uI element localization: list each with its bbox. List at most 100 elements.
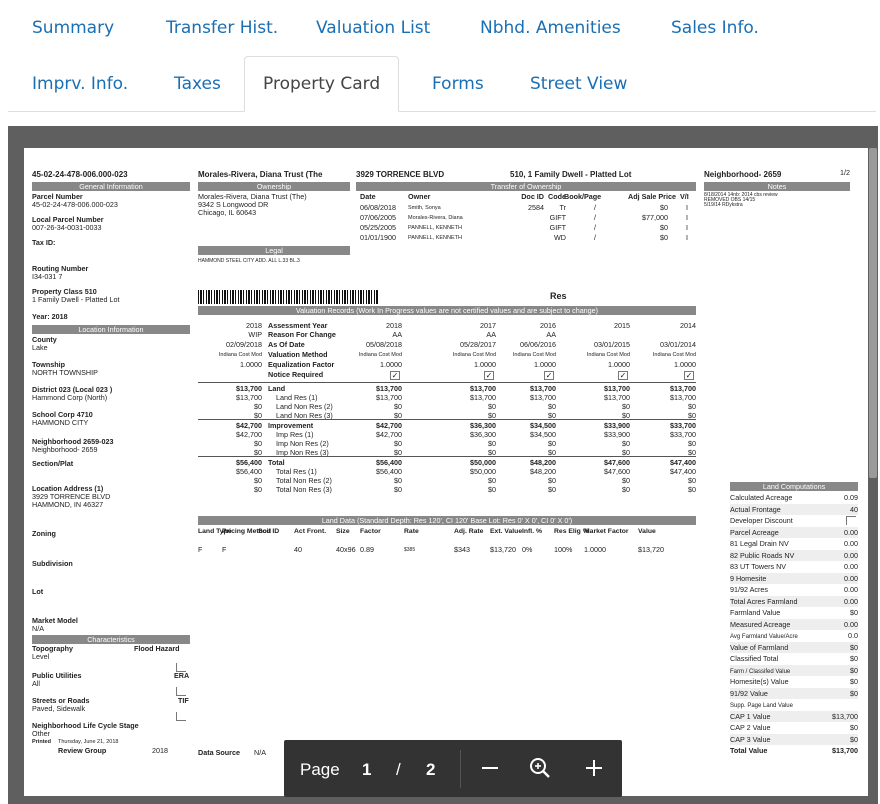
- ownership-line: Chicago, IL 60643: [198, 208, 257, 217]
- land-cell: $13,720: [638, 545, 664, 554]
- land-comp-label: 82 Public Roads NV: [730, 550, 795, 560]
- field-value: 007-26-34-0031-0033: [32, 223, 102, 232]
- valuation-lead: $13,700: [236, 393, 262, 402]
- land-comp-value: 0.00: [844, 619, 858, 629]
- valuation-cell: $0: [688, 476, 696, 485]
- valuation-label: Total Non Res (2): [276, 476, 332, 485]
- zoom-out-button[interactable]: [472, 750, 508, 786]
- tab-property-card[interactable]: Property Card: [244, 56, 400, 112]
- valuation-cell: $0: [488, 485, 496, 494]
- field-label: Section/Plat: [32, 459, 74, 468]
- valuation-cell: $0: [488, 402, 496, 411]
- zoom-fit-button[interactable]: [522, 750, 558, 786]
- valuation-cell: $13,700: [670, 393, 696, 402]
- valuation-cell: 03/01/2015: [594, 340, 630, 349]
- notice-required-checkbox: ✓: [484, 371, 494, 380]
- land-comp-row: CAP 3 Value $0: [730, 733, 858, 745]
- land-comp-row: Supp. Page Land Value: [730, 699, 858, 710]
- land-comp-label: Parcel Acreage: [730, 527, 779, 537]
- valuation-cell: $0: [548, 439, 556, 448]
- notice-required-checkbox: ✓: [544, 371, 554, 380]
- valuation-label: Land Non Res (2): [276, 402, 333, 411]
- field-value: Paved, Sidewalk: [32, 704, 86, 713]
- valuation-label: Total Res (1): [276, 467, 317, 476]
- valuation-cell: $33,900: [604, 421, 630, 430]
- land-data-title: Land Data (Standard Depth: Res 120', CI …: [198, 516, 696, 525]
- valuation-label: Total Non Res (3): [276, 485, 332, 494]
- land-comp-value: $0: [850, 608, 858, 617]
- valuation-cell: $33,900: [604, 430, 630, 439]
- class-header: 510, 1 Family Dwell - Platted Lot: [510, 170, 632, 179]
- valuation-cell: 2017: [480, 321, 496, 330]
- land-comp-value: 0.00: [844, 585, 858, 594]
- land-comp-value: 0.00: [844, 596, 858, 606]
- valuation-label: Equalization Factor: [268, 360, 335, 369]
- tab-valuation-list[interactable]: Valuation List: [316, 3, 430, 53]
- valuation-cell: $0: [622, 439, 630, 448]
- viewer-scrollbar[interactable]: [868, 126, 878, 804]
- land-comp-label: Classified Total: [730, 654, 779, 663]
- tab-bar: Summary Transfer Hist. Valuation List Nb…: [8, 0, 876, 112]
- valuation-cell: $13,700: [470, 393, 496, 402]
- land-comp-value: 0.00: [844, 550, 858, 560]
- valuation-lead: $0: [254, 485, 262, 494]
- land-cell: $385: [404, 547, 416, 553]
- valuation-cell: $42,700: [376, 430, 402, 439]
- land-comp-row: 91/92 Value $0: [730, 687, 858, 699]
- field-value: HAMMOND CITY: [32, 418, 89, 427]
- table-rule: [198, 382, 696, 383]
- field-label: Year: 2018: [32, 312, 68, 321]
- land-cell: F: [222, 545, 227, 554]
- tab-forms[interactable]: Forms: [432, 59, 484, 109]
- valuation-lead: $56,400: [236, 458, 262, 467]
- valuation-cell: $47,600: [604, 458, 630, 467]
- valuation-cell: $33,700: [670, 430, 696, 439]
- land-comp-row: Homesite(s) Value $0: [730, 676, 858, 687]
- tab-nbhd-amenities[interactable]: Nbhd. Amenities: [480, 3, 621, 53]
- field-label: Lot: [32, 587, 44, 596]
- valuation-cell: 1.0000: [380, 360, 402, 369]
- note-line: 5/19/14 RDykstra: [704, 202, 743, 208]
- land-comp-row: Total Acres Farmland 0.00: [730, 595, 858, 607]
- land-comp-label: Avg Farmland Value/Acre: [730, 634, 798, 640]
- field-label: Subdivision: [32, 559, 73, 568]
- current-page-input[interactable]: 1: [362, 760, 371, 780]
- valuation-cell: 2016: [540, 321, 556, 330]
- land-comp-value: 0.09: [844, 493, 858, 502]
- tab-sales-info[interactable]: Sales Info.: [671, 3, 759, 53]
- tab-imprv-info[interactable]: Imprv. Info.: [32, 59, 128, 109]
- scrollbar-thumb[interactable]: [869, 148, 877, 478]
- valuation-lead: 1.0000: [240, 360, 262, 369]
- valuation-cell: $0: [688, 485, 696, 494]
- land-header: Act Front.: [294, 528, 327, 535]
- land-comp-value: 0.00: [844, 527, 858, 537]
- valuation-cell: 2015: [614, 321, 630, 330]
- land-comp-value: 0.0: [848, 631, 858, 640]
- zoom-in-icon: [530, 758, 550, 778]
- valuation-cell: AA: [546, 330, 556, 339]
- valuation-cell: $13,700: [530, 393, 556, 402]
- era-checkbox: [176, 687, 186, 696]
- table-rule: [198, 419, 696, 420]
- land-comp-value: $0: [850, 665, 858, 675]
- valuation-label: As Of Date: [268, 340, 305, 349]
- land-comp-label: Calculated Acreage: [730, 493, 793, 502]
- tab-taxes[interactable]: Taxes: [174, 59, 221, 109]
- tab-street-view[interactable]: Street View: [530, 59, 627, 109]
- owner-header: Morales-Rivera, Diana Trust (The: [198, 170, 323, 179]
- land-comp-row: Total Value $13,700: [730, 745, 858, 756]
- developer-discount-checkbox: [846, 516, 856, 525]
- land-comp-value: $0: [850, 654, 858, 663]
- valuation-cell: $0: [688, 402, 696, 411]
- land-cell: 100%: [554, 545, 573, 554]
- valuation-cell: 1.0000: [608, 360, 630, 369]
- valuation-cell: $13,700: [670, 384, 696, 393]
- tab-transfer-hist[interactable]: Transfer Hist.: [166, 3, 278, 53]
- tab-summary[interactable]: Summary: [32, 3, 114, 53]
- valuation-cell: $13,700: [530, 384, 556, 393]
- valuation-label: Land: [268, 384, 286, 393]
- transfer-header: Book/Page: [564, 192, 602, 201]
- zoom-in-button[interactable]: [576, 750, 612, 786]
- review-group-label: Review Group: [58, 746, 107, 755]
- valuation-lead: 2018: [246, 321, 262, 330]
